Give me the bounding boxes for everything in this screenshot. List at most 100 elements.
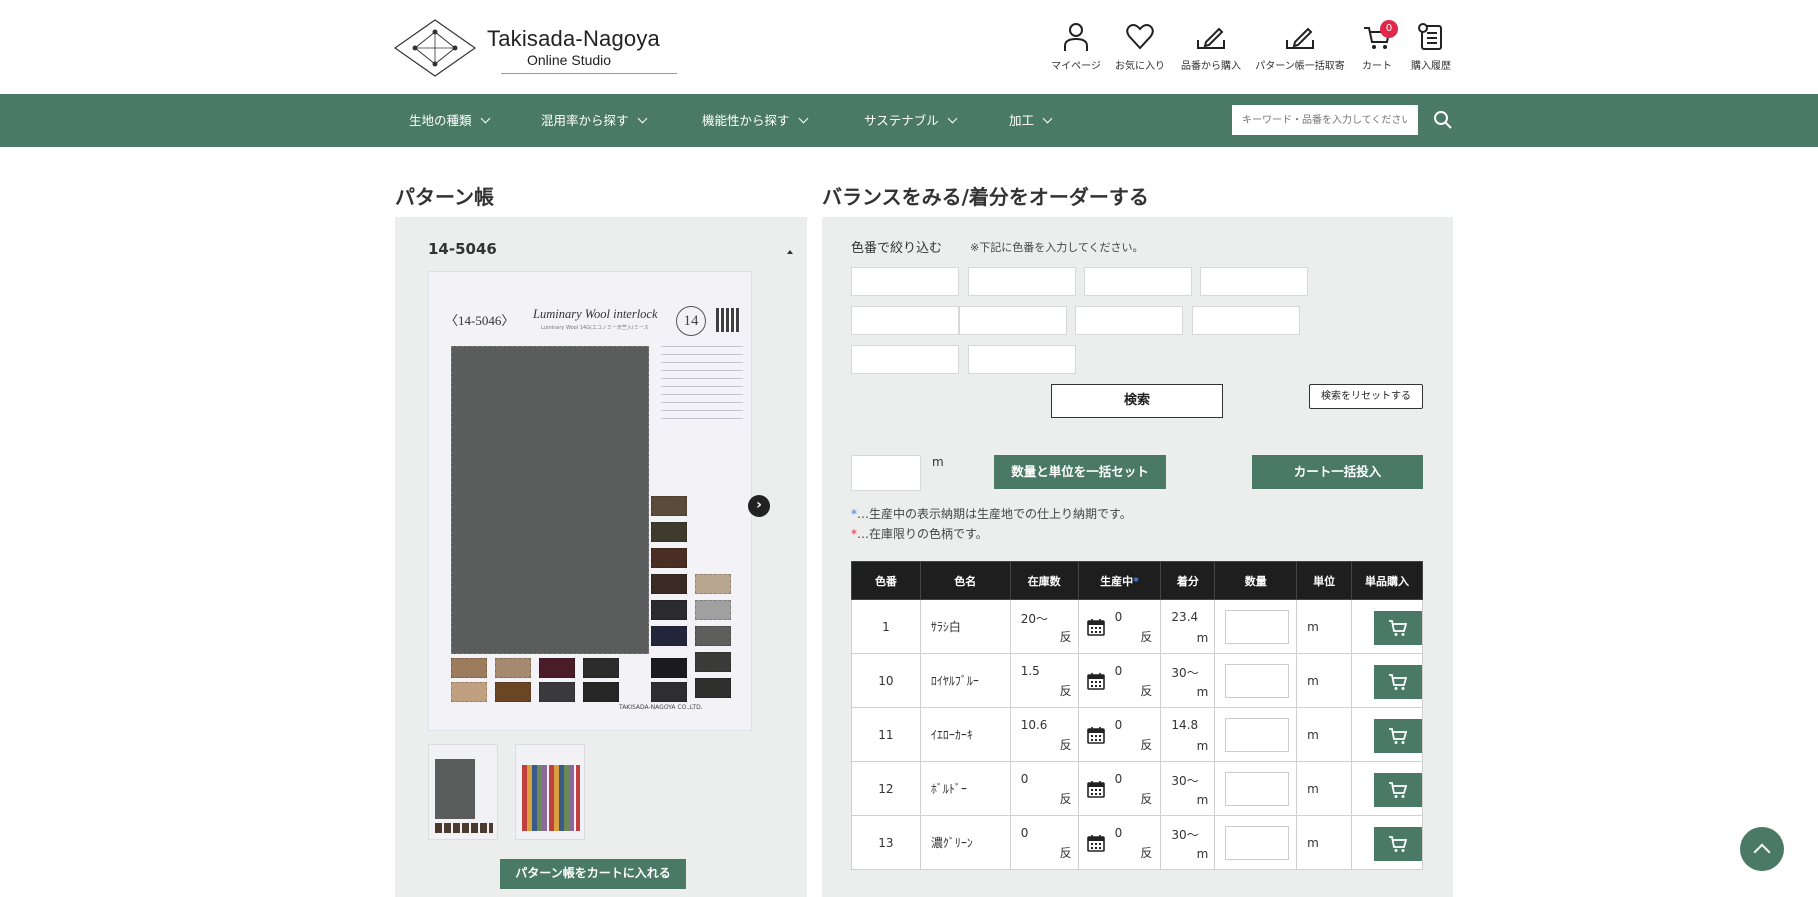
col-header-buy: 単品購入 bbox=[1351, 561, 1423, 600]
cart-icon bbox=[1389, 728, 1408, 744]
scroll-to-top-button[interactable] bbox=[1740, 827, 1784, 871]
header-nav-history[interactable]: 購入履歴 bbox=[1406, 22, 1456, 72]
bulk-set-button[interactable]: 数量と単位を一括セット bbox=[994, 455, 1166, 489]
color-number-input[interactable] bbox=[1084, 267, 1192, 296]
nav-fabric-type[interactable]: 生地の種類 bbox=[409, 94, 490, 147]
table-row: 1 ｻﾗｼ白 20〜 反 0 反 23.4 m m bbox=[851, 599, 1423, 654]
color-number-input[interactable] bbox=[851, 306, 959, 335]
quantity-input[interactable] bbox=[1225, 826, 1290, 860]
cell-color-name: ﾎﾞﾙﾄﾞｰ bbox=[919, 761, 1011, 816]
cell-color-no: 1 bbox=[851, 599, 921, 654]
quantity-input[interactable] bbox=[1225, 772, 1290, 806]
calendar-icon[interactable] bbox=[1086, 726, 1105, 744]
search-icon[interactable] bbox=[1433, 110, 1453, 130]
search-input[interactable] bbox=[1232, 105, 1418, 135]
logo-mark-icon bbox=[393, 19, 477, 77]
qr-code-icon bbox=[716, 308, 740, 332]
header-nav-label: お気に入り bbox=[1115, 61, 1165, 72]
color-swatch bbox=[495, 658, 531, 678]
add-to-cart-button[interactable] bbox=[1374, 611, 1423, 645]
color-number-input[interactable] bbox=[851, 267, 959, 296]
chakubun-value: 14.8 bbox=[1171, 718, 1199, 732]
brand-subtitle: Online Studio bbox=[527, 52, 612, 68]
color-number-input[interactable] bbox=[968, 345, 1076, 374]
chakubun-value: 30〜 bbox=[1171, 828, 1199, 842]
add-to-cart-button[interactable] bbox=[1374, 773, 1423, 807]
quantity-input[interactable] bbox=[1225, 718, 1290, 752]
header-nav-favorites[interactable]: お気に入り bbox=[1112, 22, 1168, 72]
production-value: 0 bbox=[1114, 718, 1123, 732]
reset-search-button[interactable]: 検索をリセットする bbox=[1309, 384, 1423, 409]
brand-title: Takisada-Nagoya bbox=[487, 26, 660, 51]
pattern-book-panel: 14-5046 〈14-5046〉 Luminary Wool interloc… bbox=[395, 217, 807, 897]
add-pattern-to-cart-button[interactable]: パターン帳をカートに入れる bbox=[500, 859, 686, 889]
card-description-lines bbox=[661, 346, 743, 426]
site-header: Takisada-Nagoya Online Studio マイページ お気に入… bbox=[0, 0, 1818, 94]
cell-stock: 10.6 反 bbox=[1009, 707, 1079, 762]
calendar-icon[interactable] bbox=[1086, 780, 1105, 798]
calendar-icon[interactable] bbox=[1086, 834, 1105, 852]
cell-in-production: 0 反 bbox=[1077, 599, 1162, 654]
nav-blend-ratio[interactable]: 混用率から探す bbox=[541, 94, 647, 147]
thumbnail-2[interactable] bbox=[515, 744, 585, 840]
logo[interactable]: Takisada-Nagoya Online Studio bbox=[393, 18, 677, 78]
cell-color-no: 13 bbox=[851, 815, 921, 870]
stock-value: 10.6 bbox=[1020, 718, 1048, 732]
card-subtitle: Luminary Wool 14G(エコノミー天竺入(ミース bbox=[541, 325, 649, 331]
header-nav-label: 品番から購入 bbox=[1181, 61, 1241, 72]
table-header-row: 色番 色名 在庫数 生産中* 着分 数量 単位 単品購入 bbox=[851, 561, 1423, 600]
cell-in-production: 0 反 bbox=[1077, 761, 1162, 816]
order-section-title: バランスをみる/着分をオーダーする bbox=[822, 185, 1149, 209]
calendar-icon[interactable] bbox=[1086, 618, 1105, 636]
color-swatch bbox=[451, 682, 487, 702]
stock-unit: 反 bbox=[1059, 792, 1072, 806]
cart-icon bbox=[1389, 674, 1408, 690]
cell-color-no: 10 bbox=[851, 653, 921, 708]
cell-color-name: ｲｴﾛｰｶｰｷ bbox=[919, 707, 1011, 762]
color-number-input[interactable] bbox=[968, 267, 1076, 296]
color-number-input[interactable] bbox=[1192, 306, 1300, 335]
quantity-input[interactable] bbox=[1225, 664, 1290, 698]
cell-in-production: 0 反 bbox=[1077, 707, 1162, 762]
cart-count-badge: 0 bbox=[1380, 20, 1398, 38]
nav-processing[interactable]: 加工 bbox=[1009, 94, 1053, 147]
calendar-icon[interactable] bbox=[1086, 672, 1105, 690]
add-to-cart-button[interactable] bbox=[1374, 719, 1423, 753]
color-number-input[interactable] bbox=[959, 306, 1067, 335]
color-number-input[interactable] bbox=[1075, 306, 1183, 335]
add-to-cart-button[interactable] bbox=[1374, 665, 1423, 699]
production-value: 0 bbox=[1114, 826, 1123, 840]
caret-up-icon[interactable] bbox=[787, 250, 793, 254]
cell-quantity bbox=[1214, 815, 1298, 870]
chevron-down-icon bbox=[1042, 113, 1053, 124]
cell-quantity bbox=[1214, 653, 1298, 708]
card-code: 〈14-5046〉 bbox=[445, 313, 515, 328]
header-nav-mypage[interactable]: マイページ bbox=[1048, 22, 1104, 72]
cell-color-name: ｻﾗｼ白 bbox=[919, 599, 1011, 654]
next-arrow-icon[interactable]: › bbox=[748, 495, 770, 517]
header-nav-cart[interactable]: 0 カート bbox=[1358, 20, 1398, 72]
color-swatch bbox=[583, 658, 619, 678]
bulk-add-to-cart-button[interactable]: カート一括投入 bbox=[1252, 455, 1423, 489]
col-header-in-production: 生産中* bbox=[1077, 561, 1162, 600]
bulk-quantity-input[interactable] bbox=[851, 455, 921, 491]
nav-function[interactable]: 機能性から探す bbox=[702, 94, 808, 147]
header-nav-pattern-bulk[interactable]: パターン帳一括取寄 bbox=[1252, 22, 1348, 72]
filter-note: ※下記に色番を入力してください。 bbox=[970, 241, 1144, 254]
cart-icon bbox=[1389, 782, 1408, 798]
thumbnail-1[interactable] bbox=[428, 744, 498, 840]
col-header-color-no: 色番 bbox=[851, 561, 921, 600]
nav-sustainable[interactable]: サステナブル bbox=[864, 94, 958, 147]
color-number-input[interactable] bbox=[851, 345, 959, 374]
nav-label: 混用率から探す bbox=[541, 113, 629, 128]
add-to-cart-button[interactable] bbox=[1374, 827, 1423, 861]
color-order-table: 色番 色名 在庫数 生産中* 着分 数量 単位 単品購入 1 ｻﾗｼ白 20〜 … bbox=[851, 561, 1423, 870]
header-nav-buy-by-number[interactable]: 品番から購入 bbox=[1178, 22, 1244, 72]
search-button[interactable]: 検索 bbox=[1051, 384, 1223, 418]
color-number-input[interactable] bbox=[1200, 267, 1308, 296]
color-swatch bbox=[651, 548, 687, 568]
cell-chakubun: 30〜 m bbox=[1160, 653, 1216, 708]
color-swatch bbox=[695, 600, 731, 620]
cell-unit: m bbox=[1296, 707, 1353, 762]
quantity-input[interactable] bbox=[1225, 610, 1290, 644]
